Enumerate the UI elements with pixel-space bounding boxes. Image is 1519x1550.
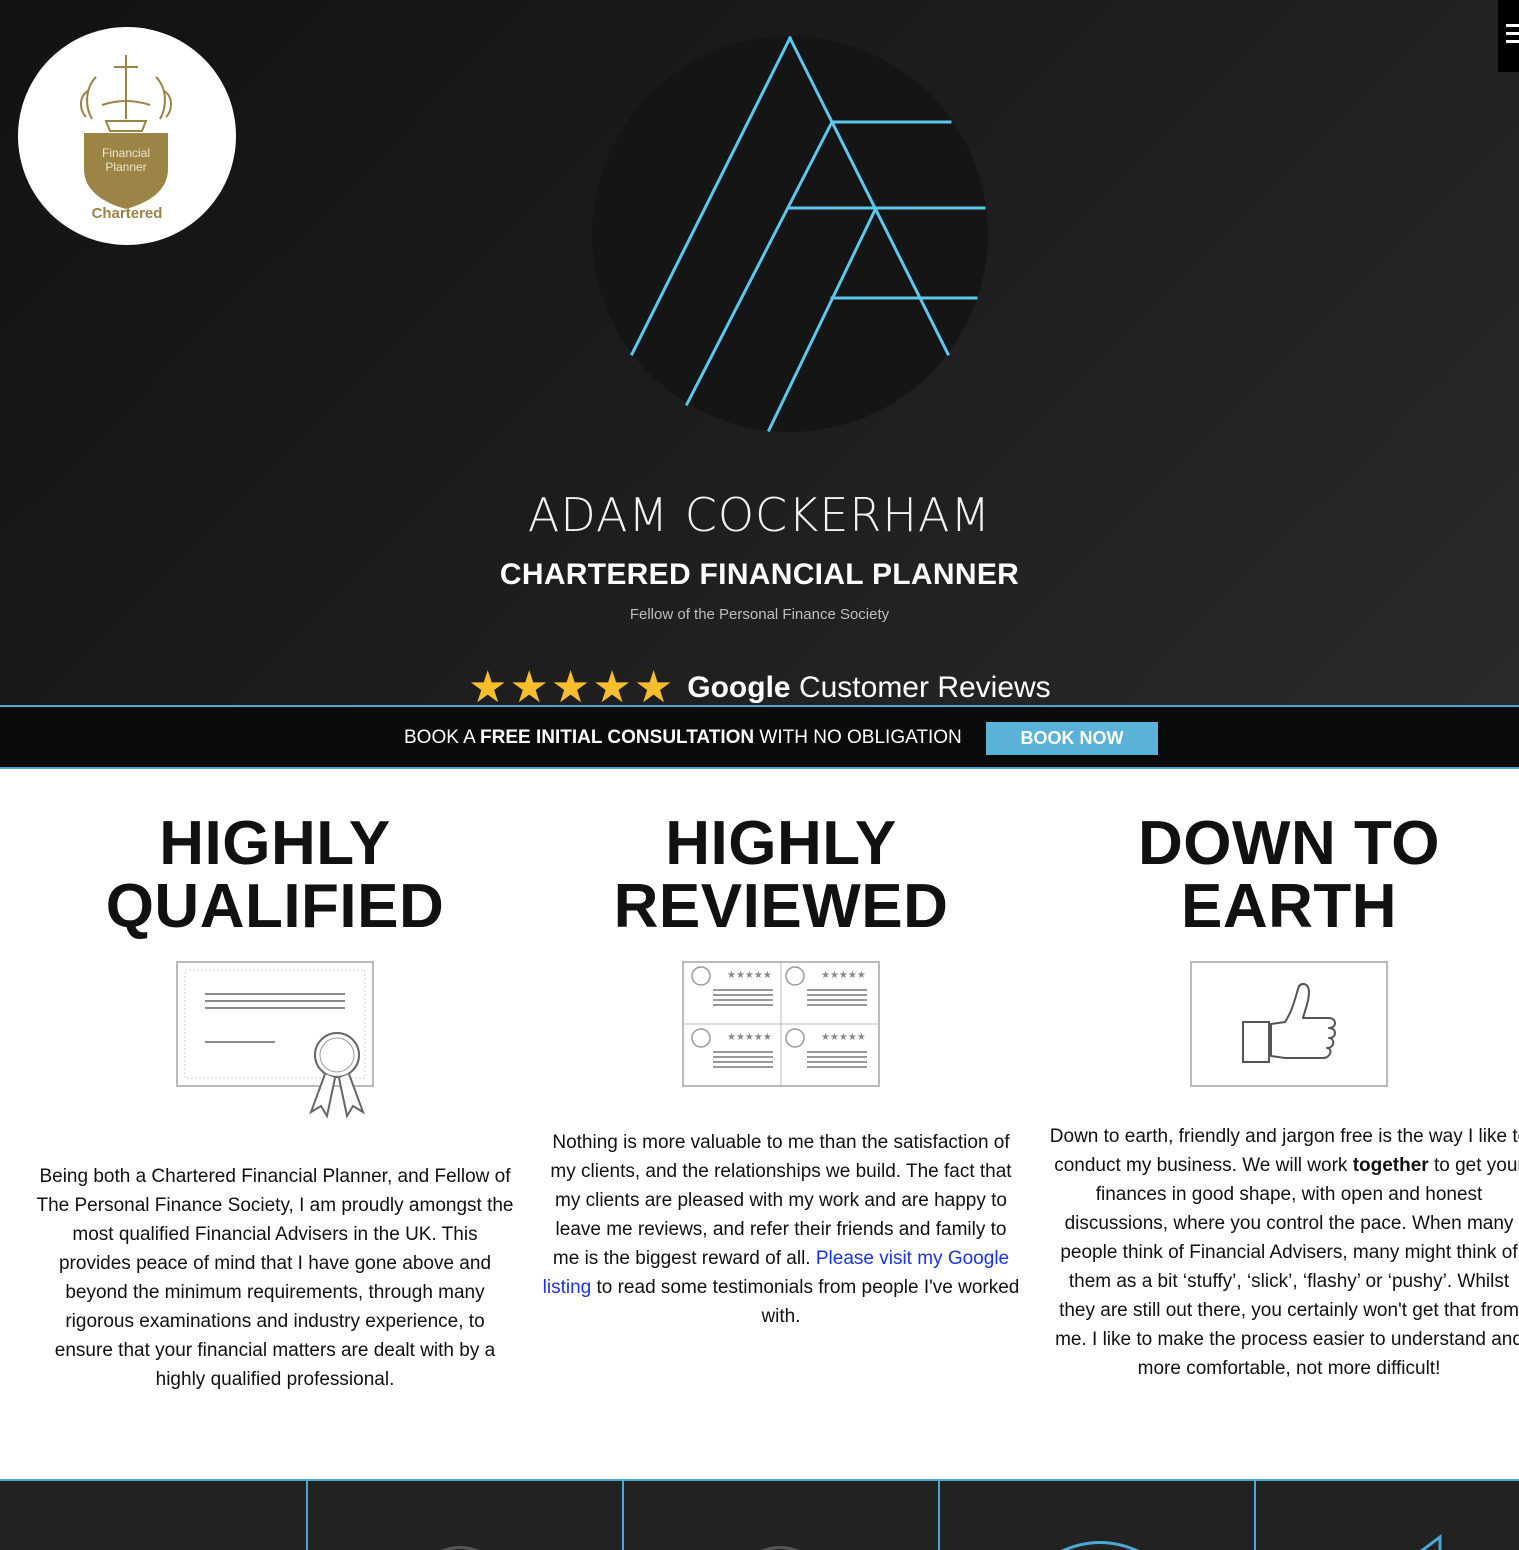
svg-text:★★★★★: ★★★★★ <box>821 1032 866 1043</box>
five-star-rating: ★ ★ ★ ★ ★ <box>468 663 674 706</box>
feature-heading: DOWN TO EARTH <box>1049 812 1519 938</box>
feature-highly-reviewed: HIGHLY REVIEWED ★★★★★ ★★★★★ ★★★★★ ★★★★★ … <box>541 812 1021 1331</box>
reviews-text: Customer Reviews <box>790 671 1051 704</box>
advisor-title: CHARTERED FINANCIAL PLANNER <box>499 558 1020 591</box>
feature-highly-qualified: HIGHLY QUALIFIED Being both a Chartered … <box>35 812 515 1394</box>
svg-text:Financial: Financial <box>102 146 150 160</box>
reviews-label: Google Customer Reviews <box>687 671 1050 705</box>
consultation-text: BOOK A FREE INITIAL CONSULTATION WITH NO… <box>404 727 962 749</box>
feature-down-to-earth: DOWN TO EARTH Down to earth, friendly an… <box>1049 812 1519 1383</box>
consult-bold: FREE INITIAL CONSULTATION <box>480 727 755 748</box>
star-icon: ★ <box>633 663 674 706</box>
feature-text: Nothing is more valuable to me than the … <box>541 1128 1021 1331</box>
text-segment: to read some testimonials from people I'… <box>591 1277 1020 1327</box>
feature-heading: HIGHLY QUALIFIED <box>35 812 515 938</box>
feature-heading: HIGHLY REVIEWED <box>541 812 1021 938</box>
advisor-subtitle: Fellow of the Personal Finance Society <box>629 606 890 623</box>
consult-suffix: WITH NO OBLIGATION <box>754 727 962 748</box>
ac-monogram-icon <box>592 35 988 433</box>
feature-text: Being both a Chartered Financial Planner… <box>36 1166 514 1390</box>
text-segment: to get your finances in good shape, with… <box>1055 1155 1519 1379</box>
star-icon: ★ <box>592 663 632 706</box>
thumbs-up-icon <box>1189 960 1389 1088</box>
consultation-bar: BOOK A FREE INITIAL CONSULTATION WITH NO… <box>0 705 1519 769</box>
svg-text:Planner: Planner <box>105 160 146 174</box>
svg-text:★★★★★: ★★★★★ <box>727 970 772 981</box>
advisor-name: ADAM COCKERHAM <box>527 488 992 542</box>
heading-line: QUALIFIED <box>105 872 445 941</box>
feature-text: Down to earth, friendly and jargon free … <box>1049 1122 1519 1383</box>
menu-toggle-button[interactable] <box>1498 0 1519 72</box>
heading-line: REVIEWED <box>613 872 949 941</box>
text-bold: together <box>1352 1155 1429 1176</box>
book-now-button[interactable]: BOOK NOW <box>986 722 1158 755</box>
svg-text:★★★★★: ★★★★★ <box>821 970 866 981</box>
certificate-icon <box>175 960 375 1120</box>
stats-partial-icons <box>440 1534 1442 1550</box>
stats-strip <box>0 1479 1519 1550</box>
heading-line: HIGHLY <box>665 809 897 878</box>
heading-line: DOWN TO <box>1138 809 1440 878</box>
consult-prefix: BOOK A <box>404 727 481 748</box>
svg-text:★★★★★: ★★★★★ <box>727 1032 772 1043</box>
reviews-brand: Google <box>687 671 791 704</box>
chartered-badge: Financial Planner Chartered <box>18 27 236 245</box>
reviews-grid-icon: ★★★★★ ★★★★★ ★★★★★ ★★★★★ <box>681 960 881 1088</box>
ac-logo <box>592 35 988 433</box>
google-reviews-link[interactable]: ★ ★ ★ ★ ★ Google Customer Reviews <box>468 663 1051 706</box>
star-icon: ★ <box>468 663 508 706</box>
heading-line: HIGHLY <box>159 809 391 878</box>
star-icon: ★ <box>509 663 549 706</box>
heading-line: EARTH <box>1180 872 1398 941</box>
badge-caption: Chartered <box>91 205 163 222</box>
hero-section: Financial Planner Chartered ADAM COCKERH… <box>0 0 1519 705</box>
star-icon: ★ <box>550 663 591 706</box>
